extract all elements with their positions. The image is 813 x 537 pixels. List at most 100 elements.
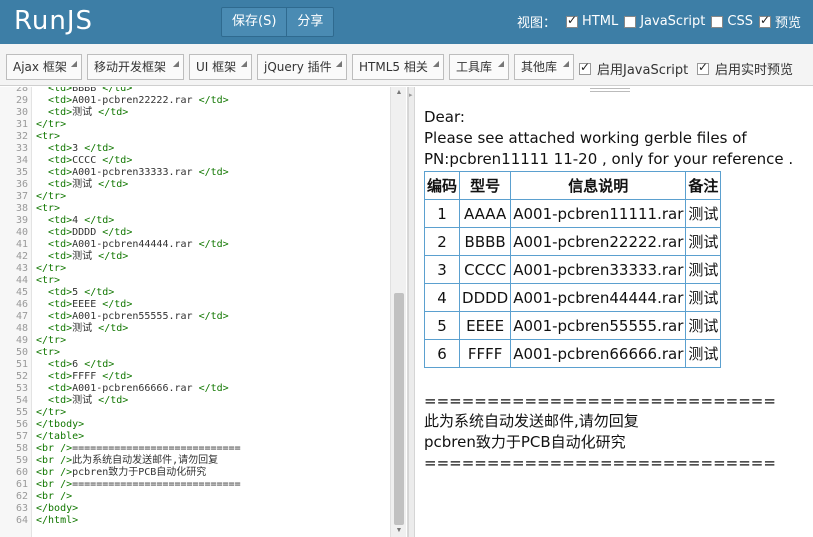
code-text[interactable]: <td>A001-pcbren22222.rar </td> bbox=[36, 95, 229, 107]
code-line[interactable]: 40 <td>DDDD </td> bbox=[0, 227, 388, 239]
ui-framework-dropdown[interactable]: UI 框架 ◢ bbox=[189, 54, 252, 80]
code-line[interactable]: 52 <td>FFFF </td> bbox=[0, 371, 388, 383]
code-text[interactable]: <td>A001-pcbren66666.rar </td> bbox=[36, 383, 229, 395]
code-text[interactable]: </tbody> bbox=[36, 419, 84, 431]
enable-javascript-label[interactable]: 启用JavaScript bbox=[597, 59, 688, 78]
jquery-plugin-dropdown[interactable]: jQuery 插件 ◢ bbox=[257, 54, 347, 80]
code-text[interactable]: </html> bbox=[36, 515, 78, 527]
code-text[interactable]: <td>BBBB </td> bbox=[36, 87, 132, 95]
code-line[interactable]: 50 <tr> bbox=[0, 347, 388, 359]
code-line[interactable]: 35 <td>A001-pcbren33333.rar </td> bbox=[0, 167, 388, 179]
code-text[interactable]: <td>FFFF </td> bbox=[36, 371, 132, 383]
view-preview-label[interactable]: 预览 bbox=[775, 12, 801, 31]
scroll-down-arrow-icon[interactable]: ▼ bbox=[391, 525, 407, 537]
code-text[interactable]: <td>A001-pcbren33333.rar </td> bbox=[36, 167, 229, 179]
code-line[interactable]: 47 <td>A001-pcbren55555.rar </td> bbox=[0, 311, 388, 323]
code-text[interactable]: </body> bbox=[36, 503, 78, 515]
view-javascript-label[interactable]: JavaScript bbox=[640, 14, 705, 29]
code-line[interactable]: 48 <td>测试 </td> bbox=[0, 323, 388, 335]
ajax-framework-dropdown[interactable]: Ajax 框架 ◢ bbox=[6, 54, 82, 80]
code-text[interactable]: <td>EEEE </td> bbox=[36, 299, 132, 311]
code-line[interactable]: 54 <td>测试 </td> bbox=[0, 395, 388, 407]
code-line[interactable]: 34 <td>CCCC </td> bbox=[0, 155, 388, 167]
code-text[interactable]: <td>测试 </td> bbox=[36, 179, 128, 191]
code-line[interactable]: 36 <td>测试 </td> bbox=[0, 179, 388, 191]
runjs-logo[interactable]: RunJS bbox=[14, 6, 93, 36]
enable-live-preview-checkbox[interactable] bbox=[697, 60, 709, 75]
view-javascript-checkbox[interactable] bbox=[624, 15, 637, 28]
scroll-up-arrow-icon[interactable]: ▲ bbox=[391, 87, 407, 99]
preview-resize-handle[interactable] bbox=[590, 88, 630, 92]
code-line[interactable]: 60 <br />pcbren致力于PCB自动化研究 bbox=[0, 467, 388, 479]
code-text[interactable]: <td>测试 </td> bbox=[36, 323, 128, 335]
code-text[interactable]: <td>测试 </td> bbox=[36, 251, 128, 263]
code-line[interactable]: 49 </tr> bbox=[0, 335, 388, 347]
code-line[interactable]: 32 <tr> bbox=[0, 131, 388, 143]
code-text[interactable]: <br />此为系统自动发送邮件,请勿回复 bbox=[36, 455, 218, 467]
editor-vertical-scrollbar[interactable]: ▲ ▼ bbox=[390, 87, 406, 537]
code-line[interactable]: 62 <br /> bbox=[0, 491, 388, 503]
code-text[interactable]: <br />============================ bbox=[36, 443, 241, 455]
mobile-framework-dropdown[interactable]: 移动开发框架 ◢ bbox=[87, 54, 184, 80]
html5-dropdown[interactable]: HTML5 相关 ◢ bbox=[352, 54, 444, 80]
code-line[interactable]: 43 </tr> bbox=[0, 263, 388, 275]
enable-javascript-option[interactable]: 启用JavaScript bbox=[579, 59, 688, 78]
code-text[interactable]: <td>A001-pcbren55555.rar </td> bbox=[36, 311, 229, 323]
view-css-label[interactable]: CSS bbox=[727, 14, 753, 29]
code-text[interactable]: <td>DDDD </td> bbox=[36, 227, 132, 239]
code-text[interactable]: <td>CCCC </td> bbox=[36, 155, 132, 167]
code-line[interactable]: 44 <tr> bbox=[0, 275, 388, 287]
code-line[interactable]: 37 </tr> bbox=[0, 191, 388, 203]
code-line[interactable]: 39 <td>4 </td> bbox=[0, 215, 388, 227]
code-text[interactable]: <td>6 </td> bbox=[36, 359, 114, 371]
code-line[interactable]: 51 <td>6 </td> bbox=[0, 359, 388, 371]
code-text[interactable]: <tr> bbox=[36, 131, 60, 143]
code-text[interactable]: </tr> bbox=[36, 191, 66, 203]
code-line[interactable]: 59 <br />此为系统自动发送邮件,请勿回复 bbox=[0, 455, 388, 467]
code-line[interactable]: 31 </tr> bbox=[0, 119, 388, 131]
code-text[interactable]: </tr> bbox=[36, 119, 66, 131]
code-line[interactable]: 46 <td>EEEE </td> bbox=[0, 299, 388, 311]
splitter-grip-icon[interactable]: ▸ bbox=[409, 91, 412, 99]
code-text[interactable]: <td>4 </td> bbox=[36, 215, 114, 227]
code-text[interactable]: <tr> bbox=[36, 203, 60, 215]
code-line[interactable]: 53 <td>A001-pcbren66666.rar </td> bbox=[0, 383, 388, 395]
share-button[interactable]: 分享 bbox=[286, 8, 334, 36]
code-text[interactable]: <td>测试 </td> bbox=[36, 107, 128, 119]
pane-splitter[interactable]: ▸ bbox=[408, 87, 415, 537]
enable-javascript-checkbox[interactable] bbox=[579, 60, 591, 75]
enable-live-preview-label[interactable]: 启用实时预览 bbox=[715, 59, 793, 78]
code-line[interactable]: 63 </body> bbox=[0, 503, 388, 515]
code-line[interactable]: 29 <td>A001-pcbren22222.rar </td> bbox=[0, 95, 388, 107]
view-html-label[interactable]: HTML bbox=[582, 14, 618, 29]
view-preview-checkbox[interactable] bbox=[758, 13, 771, 28]
scrollbar-thumb[interactable] bbox=[394, 293, 404, 525]
view-css-checkbox[interactable] bbox=[711, 15, 724, 28]
view-html-checkbox[interactable] bbox=[566, 13, 579, 28]
code-text[interactable]: <td>3 </td> bbox=[36, 143, 114, 155]
code-line[interactable]: 28 <td>BBBB </td> bbox=[0, 87, 388, 95]
code-line[interactable]: 33 <td>3 </td> bbox=[0, 143, 388, 155]
html-code-editor[interactable]: 28 <td>BBBB </td> 29 <td>A001-pcbren22222… bbox=[0, 87, 408, 537]
code-text[interactable]: </tr> bbox=[36, 407, 66, 419]
tools-library-dropdown[interactable]: 工具库 ◢ bbox=[449, 54, 509, 80]
code-line[interactable]: 58 <br />============================ bbox=[0, 443, 388, 455]
code-line[interactable]: 41 <td>A001-pcbren44444.rar </td> bbox=[0, 239, 388, 251]
code-line[interactable]: 64 </html> bbox=[0, 515, 388, 527]
code-text[interactable]: <br />============================ bbox=[36, 479, 241, 491]
code-line[interactable]: 61 <br />============================ bbox=[0, 479, 388, 491]
code-text[interactable]: <br /> bbox=[36, 491, 72, 503]
code-line[interactable]: 57 </table> bbox=[0, 431, 388, 443]
code-line[interactable]: 45 <td>5 </td> bbox=[0, 287, 388, 299]
code-line[interactable]: 42 <td>测试 </td> bbox=[0, 251, 388, 263]
enable-live-preview-option[interactable]: 启用实时预览 bbox=[697, 59, 793, 78]
code-text[interactable]: <td>A001-pcbren44444.rar </td> bbox=[36, 239, 229, 251]
code-text[interactable]: </tr> bbox=[36, 335, 66, 347]
code-text[interactable]: <tr> bbox=[36, 275, 60, 287]
code-line[interactable]: 38 <tr> bbox=[0, 203, 388, 215]
save-button[interactable]: 保存(S) bbox=[222, 8, 287, 36]
code-text[interactable]: <tr> bbox=[36, 347, 60, 359]
code-text[interactable]: <br />pcbren致力于PCB自动化研究 bbox=[36, 467, 206, 479]
code-text[interactable]: </table> bbox=[36, 431, 84, 443]
code-text[interactable]: </tr> bbox=[36, 263, 66, 275]
